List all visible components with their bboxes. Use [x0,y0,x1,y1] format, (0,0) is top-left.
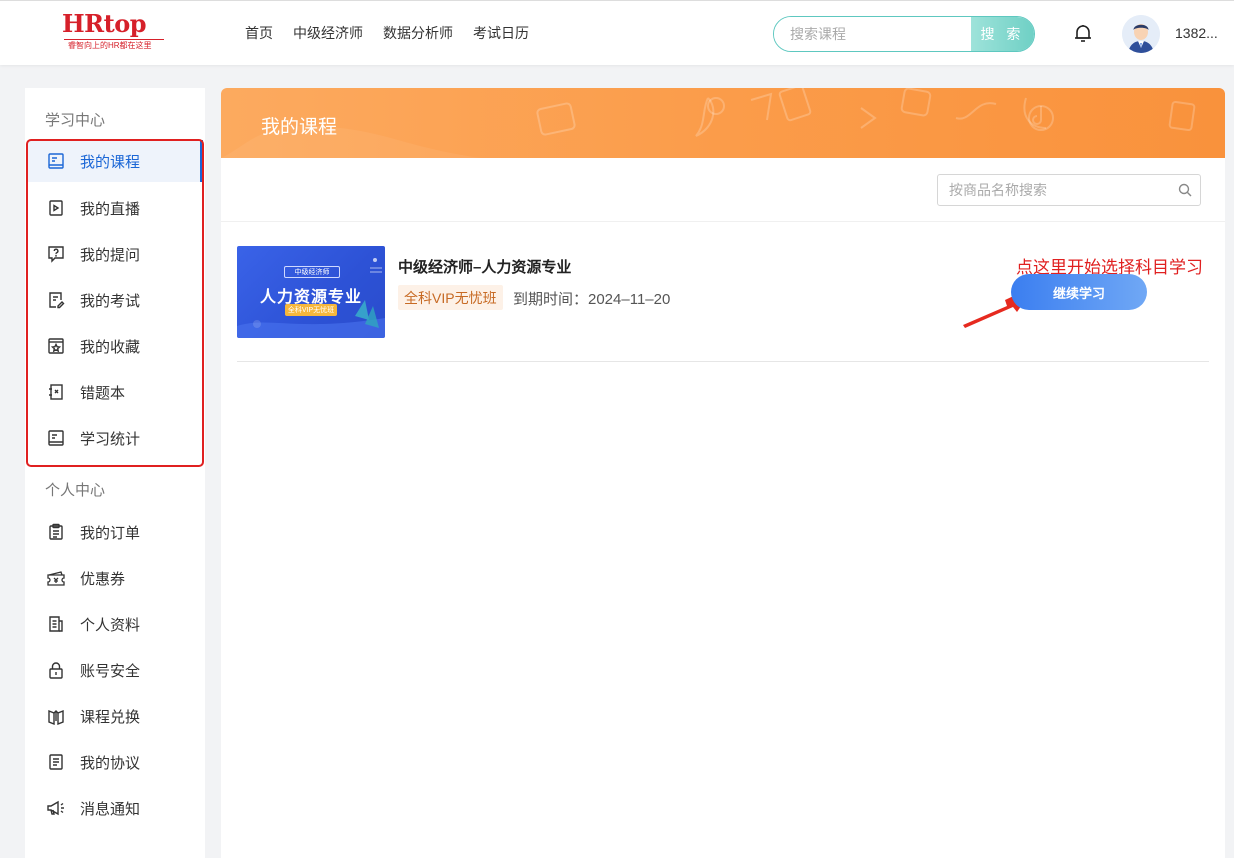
exchange-icon [46,706,66,726]
logo-tagline: 睿智向上的HR都在这里 [68,41,152,50]
username[interactable]: 1382... [1175,25,1218,41]
nav-data-analyst[interactable]: 数据分析师 [383,23,453,43]
course-search-bar: 搜 索 [773,16,1035,52]
page-banner: 我的课程 [221,88,1225,158]
sidebar-item-profile[interactable]: 个人资料 [28,603,203,645]
sidebar-item-label: 消息通知 [80,800,141,818]
lock-icon [46,660,66,680]
search-icon[interactable] [1170,183,1200,197]
course-expiry: 到期时间：2024–11–20 [513,291,671,308]
agreement-icon [46,752,66,772]
banner-decoration [221,88,1196,158]
nav-intermediate-economist[interactable]: 中级经济师 [293,23,363,43]
divider [221,221,1225,222]
sidebar-item-label: 优惠券 [80,570,126,588]
sidebar-item-my-live[interactable]: 我的直播 [28,187,203,229]
sidebar-item-notifications[interactable]: 消息通知 [28,787,203,829]
sidebar-item-my-agreements[interactable]: 我的协议 [28,741,203,783]
sidebar-item-label: 我的提问 [80,246,141,264]
continue-learning-button[interactable]: 继续学习 [1011,274,1147,310]
stats-icon [46,428,66,448]
course-thumbnail[interactable]: 中级经济师 人力资源专业 全科VIP无忧班 [237,246,385,338]
sidebar-item-label: 我的直播 [80,200,141,218]
profile-icon [46,614,66,634]
sidebar-item-my-exams[interactable]: 我的考试 [28,279,203,321]
hrtop-logo[interactable]: HRtop 睿智向上的HR都在这里 [62,11,168,55]
sidebar-item-my-questions[interactable]: 我的提问 [28,233,203,275]
product-search-bar [937,174,1201,206]
thumb-tag: 中级经济师 [284,266,340,278]
search-button[interactable]: 搜 索 [971,17,1034,51]
order-icon [46,522,66,542]
sidebar-item-course-exchange[interactable]: 课程兑换 [28,695,203,737]
sidebar: 学习中心 我的课程 我的直播 我的提问 我的考试 我的收藏 错题本 学习统计 个… [25,88,205,858]
top-header: HRtop 睿智向上的HR都在这里 首页 中级经济师 数据分析师 考试日历 搜 … [0,0,1234,65]
course-title[interactable]: 中级经济师–人力资源专业 [398,256,571,277]
question-icon [46,244,66,264]
sidebar-item-wrong-book[interactable]: 错题本 [28,371,203,413]
sidebar-item-my-favorites[interactable]: 我的收藏 [28,325,203,367]
sidebar-item-label: 课程兑换 [80,708,141,726]
sidebar-item-label: 账号安全 [80,662,141,680]
sidebar-item-label: 学习统计 [80,430,141,448]
sidebar-item-coupons[interactable]: 优惠券 [28,557,203,599]
sidebar-item-label: 我的收藏 [80,338,141,356]
sidebar-item-my-courses[interactable]: 我的课程 [28,140,203,182]
sidebar-item-label: 我的订单 [80,524,141,542]
thumb-badge: 全科VIP无忧班 [285,304,337,316]
sidebar-item-label: 我的考试 [80,292,141,310]
main-nav: 首页 中级经济师 数据分析师 考试日历 [245,23,529,43]
course-plan-tag: 全科VIP无忧班 [398,285,503,310]
divider [237,361,1209,362]
section-study-center: 学习中心 [45,112,106,129]
live-icon [46,198,66,218]
main-panel: 我的课程 中级经济师 人力资源专业 全科VIP无忧班 中级经济师–人力资源专业 … [221,88,1225,858]
exam-icon [46,290,66,310]
page-title: 我的课程 [261,117,338,138]
avatar[interactable] [1122,15,1160,53]
book-icon [46,151,66,171]
sidebar-item-my-orders[interactable]: 我的订单 [28,511,203,553]
wrong-book-icon [46,382,66,402]
nav-home[interactable]: 首页 [245,23,273,43]
logo-text: HRtop [62,9,147,38]
bell-icon[interactable] [1070,20,1096,46]
sidebar-item-study-stats[interactable]: 学习统计 [28,417,203,459]
coupon-icon [46,568,66,588]
favorite-icon [46,336,66,356]
sidebar-item-account-security[interactable]: 账号安全 [28,649,203,691]
section-personal-center: 个人中心 [45,482,106,499]
nav-exam-calendar[interactable]: 考试日历 [473,23,529,43]
sidebar-item-label: 我的协议 [80,754,141,772]
course-search-input[interactable] [774,17,971,51]
megaphone-icon [46,798,66,818]
sidebar-item-label: 错题本 [80,384,126,402]
sidebar-item-label: 个人资料 [80,616,141,634]
product-search-input[interactable] [938,182,1170,198]
sidebar-item-label: 我的课程 [80,153,141,171]
